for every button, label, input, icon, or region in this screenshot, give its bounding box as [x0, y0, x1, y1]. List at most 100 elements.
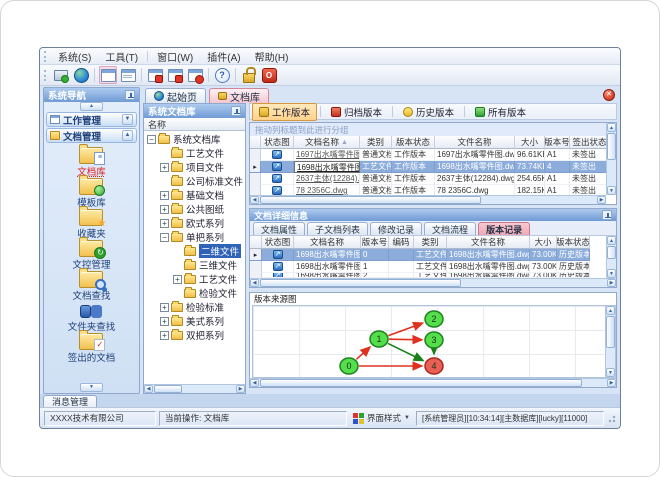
column-header[interactable]: 文件名称: [447, 236, 530, 249]
scrollbar-thumb[interactable]: [260, 196, 481, 204]
grid-window-icon[interactable]: [119, 66, 137, 84]
toolbar-grip[interactable]: [44, 69, 47, 81]
tab-doc-properties[interactable]: 文档属性: [253, 222, 306, 235]
scrollbar-thumb[interactable]: [260, 379, 583, 387]
tree-node[interactable]: + 检验标准: [144, 300, 245, 314]
tab-subdoc-list[interactable]: 子文档列表: [307, 222, 369, 235]
scroll-right-icon[interactable]: ▶: [597, 196, 606, 204]
scrollbar-thumb[interactable]: [154, 385, 183, 393]
help-icon[interactable]: [213, 66, 231, 84]
column-header[interactable]: 文件名称: [435, 136, 515, 149]
tab-document-library[interactable]: 文档库: [209, 88, 269, 104]
archived-version-button[interactable]: 归档版本: [324, 103, 389, 121]
table-row[interactable]: ↗78 2356C.dwg普通文档工作版本78 2356C.dwg182.15K…: [250, 185, 606, 195]
table-row[interactable]: ↗1697出水嘴零件图.dwg普通文档工作版本1697出水嘴零件图.dwg96.…: [250, 149, 606, 161]
document-grid-horizontal-scrollbar[interactable]: ◀ ▶: [250, 195, 606, 204]
sidebar-item-template-library[interactable]: 模板库: [77, 175, 106, 209]
scrollbar-thumb[interactable]: [607, 246, 616, 259]
alert-window-icon[interactable]: [186, 66, 204, 84]
sidebar-item-favorites[interactable]: 收藏夹: [77, 206, 106, 240]
menu-tools[interactable]: 工具(T): [98, 48, 145, 65]
menu-grip[interactable]: [44, 50, 47, 62]
column-header[interactable]: 文档名称: [294, 236, 361, 249]
tree-expand-icon[interactable]: +: [173, 274, 182, 284]
close-icon[interactable]: ✕: [603, 89, 615, 101]
tab-version-records[interactable]: 版本记录: [478, 222, 531, 235]
tree-node[interactable]: − 系统文档库: [144, 132, 245, 146]
version-node-4[interactable]: 4: [424, 357, 444, 375]
ui-style-button[interactable]: 界面样式 ▼: [350, 412, 413, 424]
column-header[interactable]: 类别: [414, 236, 447, 249]
tree-node[interactable]: + 项目文件: [144, 160, 245, 174]
chevron-up-icon[interactable]: ▲: [122, 130, 133, 141]
version-node-0[interactable]: 0: [339, 357, 359, 375]
graph-horizontal-scrollbar[interactable]: ◀ ▶: [250, 378, 616, 387]
scroll-right-icon[interactable]: ▶: [607, 379, 616, 387]
resize-grip[interactable]: [607, 413, 616, 423]
working-version-button[interactable]: 工作版本: [252, 102, 318, 121]
pushpin-icon[interactable]: [231, 106, 241, 116]
scroll-left-icon[interactable]: ◀: [250, 379, 259, 387]
tree-node[interactable]: + 基础文档: [144, 188, 245, 202]
column-header[interactable]: 版本状态: [392, 136, 435, 149]
desktop-icon[interactable]: [52, 66, 70, 84]
scroll-down-icon[interactable]: ▼: [607, 186, 616, 195]
version-grid-horizontal-scrollbar[interactable]: ◀ ▶: [250, 278, 616, 287]
nav-scroll-up[interactable]: ▲: [44, 102, 139, 111]
tree-collapse-icon[interactable]: −: [147, 134, 156, 144]
tree-expand-icon[interactable]: +: [160, 162, 169, 172]
table-row[interactable]: ↗1698出水嘴零件图.dwg2工艺文件1698出水嘴零件图.dwg73.00K…: [250, 273, 606, 278]
version-node-2[interactable]: 2: [424, 310, 444, 328]
table-row[interactable]: ▸↗1698出水嘴零件图.dwg工艺文件工作版本1698出水嘴零件图.dwg73…: [250, 161, 606, 173]
message-management-tab[interactable]: 消息管理: [43, 395, 98, 407]
scroll-down-icon[interactable]: ▼: [606, 368, 615, 377]
tree-expand-icon[interactable]: +: [160, 330, 169, 340]
sidebar-item-doc-control[interactable]: 文控管理: [72, 237, 111, 271]
menu-plugins[interactable]: 插件(A): [200, 48, 247, 65]
column-header[interactable]: 版本号: [545, 136, 570, 149]
tree-node[interactable]: + 美式系列: [144, 314, 245, 328]
history-version-button[interactable]: 历史版本: [396, 103, 461, 121]
library-window-icon[interactable]: [99, 66, 117, 84]
table-row[interactable]: ▸↗1698出水嘴零件图.dwg0工艺文件1698出水嘴零件图.dwg73.00…: [250, 249, 606, 261]
scroll-up-icon[interactable]: ▲: [607, 236, 616, 245]
graph-vertical-scrollbar[interactable]: ▲ ▼: [605, 306, 615, 377]
sidebar-item-checked-out-docs[interactable]: 签出的文档: [68, 330, 115, 364]
menu-window[interactable]: 窗口(W): [150, 48, 200, 65]
section-work-management[interactable]: 工作管理 ▼: [46, 112, 137, 127]
column-header[interactable]: 编码: [389, 236, 414, 249]
menu-help[interactable]: 帮助(H): [248, 48, 296, 65]
tab-start-page[interactable]: 起始页: [145, 88, 206, 104]
tree-node[interactable]: − 单把系列: [144, 230, 245, 244]
tree-node[interactable]: +二维文件: [144, 244, 245, 258]
scroll-up-icon[interactable]: ▲: [606, 306, 615, 315]
tab-modify-records[interactable]: 修改记录: [370, 222, 423, 235]
scroll-right-icon[interactable]: ▶: [236, 385, 245, 393]
tree-node[interactable]: +工艺文件: [144, 272, 245, 286]
tree-node[interactable]: +检验文件: [144, 286, 245, 300]
column-header[interactable]: 大小: [515, 136, 545, 149]
sidebar-item-document-library[interactable]: 文档库: [77, 144, 106, 178]
sidebar-item-folder-search[interactable]: 文件夹查找: [68, 302, 115, 333]
scroll-left-icon[interactable]: ◀: [250, 279, 259, 287]
tree-node[interactable]: +工艺文件: [144, 146, 245, 160]
tree-node[interactable]: + 欧式系列: [144, 216, 245, 230]
table-row[interactable]: ↗2637主体(12284).dwg普通文档工作版本2637主体(12284).…: [250, 173, 606, 185]
column-header[interactable]: 大小: [530, 236, 557, 249]
tree-expand-icon[interactable]: +: [160, 316, 169, 326]
chevron-down-icon[interactable]: ▼: [122, 114, 133, 125]
version-grid-vertical-scrollbar[interactable]: ▲ ▼: [606, 236, 616, 278]
tree-node[interactable]: + 公共图纸: [144, 202, 245, 216]
menu-system[interactable]: 系统(S): [51, 48, 98, 65]
tree-horizontal-scrollbar[interactable]: ◀ ▶: [144, 384, 245, 393]
scrollbar-thumb[interactable]: [607, 133, 616, 161]
nav-scroll-down[interactable]: ▼: [44, 382, 139, 393]
exit-icon[interactable]: [260, 66, 278, 84]
document-grid-vertical-scrollbar[interactable]: ▲ ▼: [606, 123, 616, 195]
globe-icon[interactable]: [72, 66, 90, 84]
tree-node[interactable]: +公司标准文件: [144, 174, 245, 188]
scroll-down-icon[interactable]: ▼: [607, 269, 616, 278]
tree-expand-icon[interactable]: +: [160, 218, 169, 228]
section-document-management[interactable]: 文档管理 ▲: [46, 128, 137, 143]
scrollbar-thumb[interactable]: [260, 279, 462, 287]
